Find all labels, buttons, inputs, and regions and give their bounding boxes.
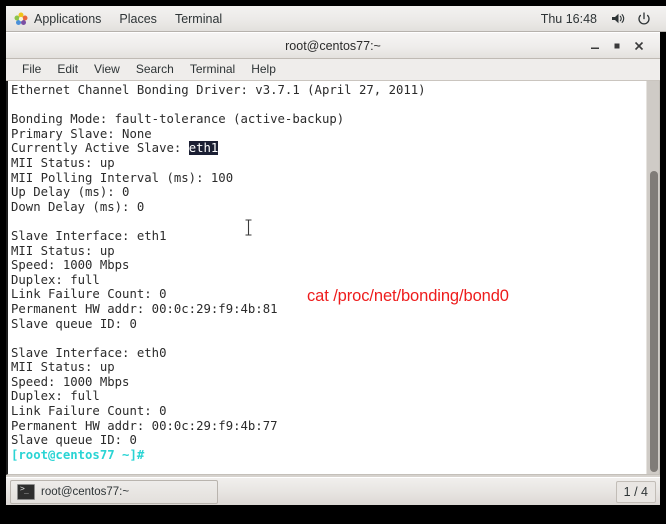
terminal-line: Down Delay (ms): 0 (11, 199, 145, 214)
terminal-line: Slave Interface: eth0 (11, 345, 167, 360)
menubar-item-view[interactable]: View (86, 59, 128, 80)
top-panel: Applications Places Terminal Thu 16:48 (6, 6, 666, 32)
terminal-icon (17, 483, 35, 500)
annotation-command-text: cat /proc/net/bonding/bond0 (307, 287, 509, 305)
terminal-line: MII Status: up (11, 155, 115, 170)
minimize-button[interactable] (584, 35, 606, 57)
terminal-body: Ethernet Channel Bonding Driver: v3.7.1 … (6, 81, 660, 475)
close-button[interactable] (628, 35, 650, 57)
taskbar-item-terminal[interactable]: root@centos77:~ (10, 479, 218, 504)
menu-applications-label: Applications (34, 11, 102, 26)
window-titlebar[interactable]: root@centos77:~ (6, 32, 660, 59)
menu-terminal-label: Terminal (174, 11, 223, 26)
menu-applications[interactable]: Applications (6, 6, 110, 31)
terminal-line: MII Polling Interval (ms): 100 (11, 170, 234, 185)
workspace-switcher[interactable]: 1 / 4 (615, 480, 656, 503)
clock[interactable]: Thu 16:48 (533, 12, 605, 26)
menubar: File Edit View Search Terminal Help (6, 59, 660, 81)
gnome-applications-icon (14, 12, 28, 26)
terminal-line: Speed: 1000 Mbps (11, 258, 130, 273)
terminal-line: Slave Interface: eth1 (11, 228, 167, 243)
menu-terminal[interactable]: Terminal (166, 6, 231, 31)
text-ibeam-cursor (244, 218, 253, 237)
selected-text: eth1 (188, 141, 219, 156)
menubar-item-help[interactable]: Help (243, 59, 284, 80)
terminal-line: [root@centos77 ~]# (11, 448, 646, 463)
terminal-line: Speed: 1000 Mbps (11, 374, 130, 389)
scrollbar-thumb[interactable] (650, 171, 658, 472)
scrollbar-trough[interactable] (647, 81, 659, 474)
terminal-line: MII Status: up (11, 360, 115, 375)
menu-places-label: Places (119, 11, 157, 26)
shell-prompt: [root@centos77 ~]# (11, 447, 145, 462)
terminal-line: Slave queue ID: 0 (11, 433, 137, 448)
window-controls (584, 35, 660, 57)
maximize-button[interactable] (606, 35, 628, 57)
volume-icon[interactable] (610, 11, 626, 27)
terminal-line: MII Status: up (11, 243, 115, 258)
terminal-line: Currently Active Slave: eth1 (11, 141, 219, 156)
menubar-item-search[interactable]: Search (128, 59, 182, 80)
power-icon[interactable] (636, 11, 652, 27)
terminal-line: Duplex: full (11, 389, 100, 404)
terminal-line: Bonding Mode: fault-tolerance (active-ba… (11, 112, 345, 127)
top-panel-status-area: Thu 16:48 (533, 6, 666, 31)
menubar-item-edit[interactable]: Edit (49, 59, 86, 80)
terminal-line: Slave queue ID: 0 (11, 316, 137, 331)
terminal-line: Duplex: full (11, 272, 100, 287)
menubar-item-terminal[interactable]: Terminal (182, 59, 243, 80)
terminal-scrollbar[interactable] (646, 81, 659, 474)
window-title: root@centos77:~ (285, 38, 381, 53)
top-panel-menus: Applications Places Terminal (6, 6, 231, 31)
terminal-output[interactable]: Ethernet Channel Bonding Driver: v3.7.1 … (8, 81, 646, 474)
desktop-screen: Applications Places Terminal Thu 16:48 r… (0, 0, 666, 524)
terminal-line: Ethernet Channel Bonding Driver: v3.7.1 … (11, 83, 426, 97)
bottom-panel: root@centos77:~ 1 / 4 (6, 477, 660, 505)
terminal-line: Primary Slave: None (11, 126, 152, 141)
menubar-item-file[interactable]: File (14, 59, 49, 80)
terminal-line: Permanent HW addr: 00:0c:29:f9:4b:77 (11, 418, 278, 433)
terminal-window: root@centos77:~ File Edit View Search Te… (6, 32, 660, 477)
terminal-line: Link Failure Count: 0 (11, 404, 167, 419)
terminal-line: Up Delay (ms): 0 (11, 185, 130, 200)
menu-places[interactable]: Places (110, 6, 166, 31)
taskbar-item-label: root@centos77:~ (41, 485, 130, 498)
